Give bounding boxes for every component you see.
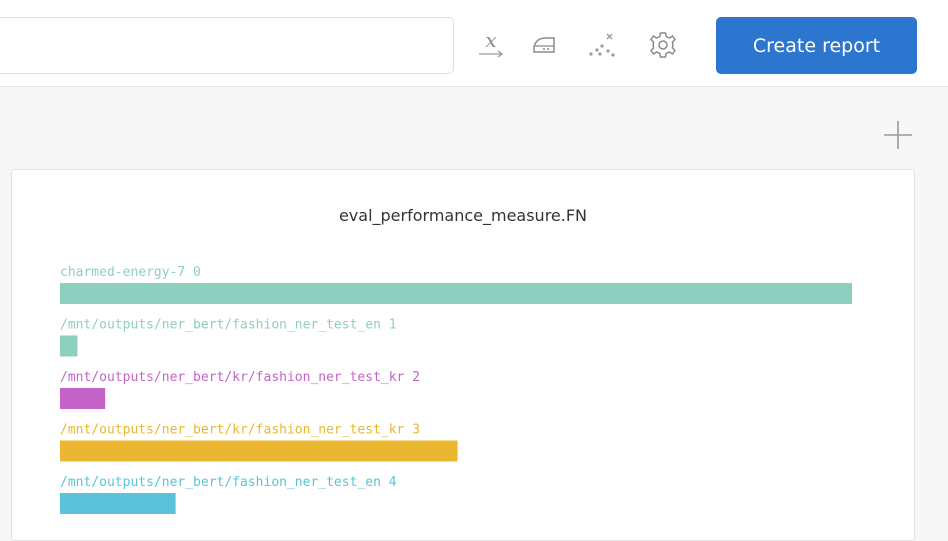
x-axis-icon[interactable]: x [474,28,508,62]
smoothing-icon[interactable] [529,28,563,62]
settings-icon[interactable] [646,28,680,62]
series-label: /mnt/outputs/ner_bert/kr/fashion_ner_tes… [60,370,420,385]
search-input[interactable] [0,17,454,74]
bar[interactable] [60,283,852,304]
outliers-icon[interactable] [585,28,619,62]
plus-icon[interactable] [882,119,914,151]
bar[interactable] [60,388,106,409]
series-label: /mnt/outputs/ner_bert/fashion_ner_test_e… [60,475,397,490]
svg-text:x: x [485,28,496,52]
bar[interactable] [60,440,458,462]
create-report-button[interactable]: Create report [716,17,917,74]
series-label: charmed-energy-7 0 [60,265,201,280]
bar-chart: charmed-energy-7 0/mnt/outputs/ner_bert/… [60,265,852,514]
bar[interactable] [60,493,176,514]
bar[interactable] [60,335,78,357]
top-toolbar: x Create report [0,0,948,87]
series-label: /mnt/outputs/ner_bert/fashion_ner_test_e… [60,318,397,333]
series-label: /mnt/outputs/ner_bert/kr/fashion_ner_tes… [60,423,420,438]
chart-panel: eval_performance_measure.FN charmed-ener… [11,169,915,541]
